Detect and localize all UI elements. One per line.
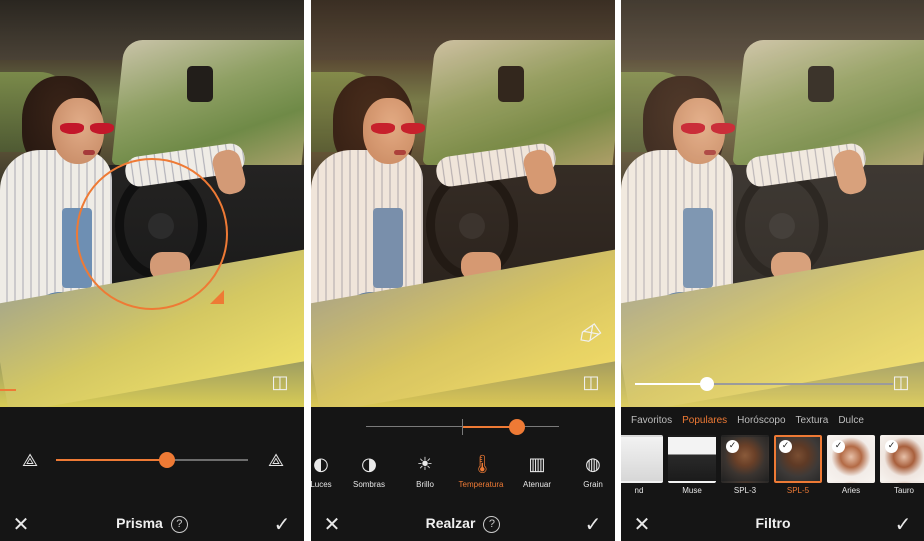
tool-label: Sombras	[352, 480, 385, 489]
tool-luces[interactable]: ◐ Luces	[311, 455, 341, 495]
photo-canvas[interactable]: ◫	[621, 0, 924, 407]
tab-dulce[interactable]: Dulce	[838, 415, 864, 431]
check-icon: ✓	[832, 440, 845, 453]
check-icon: ✓	[726, 440, 739, 453]
filter-preview: ✓	[880, 435, 924, 483]
bottom-bar: ✕ Filtro ✓	[621, 507, 924, 541]
prism-controls: ⟁ ⟁	[0, 407, 304, 507]
slider-knob[interactable]	[508, 419, 525, 435]
check-icon[interactable]: ✓	[270, 513, 294, 535]
filter-label: Muse	[682, 486, 702, 495]
photo-tint	[311, 0, 615, 407]
filter-thumb-aries[interactable]: ✓ Aries	[827, 435, 875, 503]
tab-populares[interactable]: Populares	[682, 415, 727, 431]
tool-label: Grain	[583, 480, 603, 489]
prism-low-icon: ⟁	[21, 450, 39, 471]
prism-resize-handle[interactable]	[210, 290, 224, 304]
tool-label: Luces	[311, 480, 332, 489]
filter-preview	[621, 435, 663, 483]
filter-category-tabs: Favoritos Populares Horóscopo Textura Dulce	[621, 415, 924, 431]
filter-strength-slider[interactable]	[635, 377, 893, 391]
photo-canvas[interactable]: ◫	[0, 0, 304, 407]
page-title: Prisma?	[0, 515, 304, 533]
filter-thumb-muse[interactable]: Muse	[668, 435, 716, 503]
check-icon: ✓	[779, 440, 792, 453]
thermometer-icon: 🌡	[471, 454, 494, 475]
photo-tint	[621, 0, 924, 407]
filter-thumbnails: ndMuse✓SPL-3✓SPL-5✓Aries✓Tauro✓G	[621, 435, 924, 503]
filter-label: SPL-3	[733, 486, 757, 495]
tool-atenuar[interactable]: ▥ Atenuar	[509, 455, 565, 495]
filter-thumb-tauro[interactable]: ✓ Tauro	[880, 435, 924, 503]
filter-label: SPL-5	[786, 486, 810, 495]
bottom-bar: ✕ Prisma? ✓	[0, 507, 304, 541]
fade-icon: ▥	[528, 454, 546, 475]
prism-intensity-slider[interactable]	[56, 452, 248, 468]
shadows-icon: ◑	[361, 454, 377, 475]
filter-thumb-spl-5[interactable]: ✓ SPL-5	[774, 435, 822, 503]
bottom-bar: ✕ Realzar? ✓	[311, 507, 615, 541]
filtro-controls: Favoritos Populares Horóscopo Textura Dulce …	[621, 407, 924, 507]
realzar-controls: ◐ Luces ◑ Sombras ☀ Brillo 🌡 Temperatura ▥ Atenua…	[311, 407, 615, 507]
tab-favoritos[interactable]: Favoritos	[631, 415, 672, 431]
tab-textura[interactable]: Textura	[796, 415, 829, 431]
slider-fill	[635, 383, 708, 385]
tool-grain[interactable]: ◍ Grain	[565, 455, 615, 495]
filter-thumb-spl-3[interactable]: ✓ SPL-3	[721, 435, 769, 503]
filter-thumb-nd[interactable]: nd	[621, 435, 663, 503]
help-icon[interactable]: ?	[170, 516, 188, 533]
slider-knob[interactable]	[159, 452, 176, 468]
check-icon: ✓	[885, 440, 898, 453]
filter-label: Tauro	[893, 486, 914, 495]
tool-label: Temperatura	[458, 480, 504, 489]
tool-brillo[interactable]: ☀ Brillo	[397, 455, 453, 495]
page-title: Filtro	[755, 515, 791, 531]
progress-marker	[0, 389, 16, 391]
lights-icon: ◐	[313, 454, 329, 475]
prisma-panel: ◫ ⟁ ⟁ ✕ Prisma? ✓	[0, 0, 304, 541]
help-icon[interactable]: ?	[483, 516, 501, 533]
filter-preview: ✓	[827, 435, 875, 483]
tab-horóscopo[interactable]: Horóscopo	[737, 415, 785, 431]
grain-icon: ◍	[585, 454, 601, 475]
slider-knob[interactable]	[700, 377, 715, 391]
check-icon[interactable]: ✓	[581, 513, 605, 535]
adjust-tools-row: ◐ Luces ◑ Sombras ☀ Brillo 🌡 Temperatura ▥ Atenua…	[311, 455, 615, 495]
page-title: Realzar?	[311, 515, 615, 533]
prism-high-icon: ⟁	[267, 450, 285, 471]
filter-preview: ✓	[774, 435, 822, 483]
filter-label: nd	[634, 486, 644, 495]
compare-icon[interactable]: ◫	[268, 372, 292, 394]
compare-icon[interactable]: ◫	[579, 372, 603, 394]
brightness-icon: ☀	[416, 454, 434, 475]
filter-label: Aries	[841, 486, 861, 495]
filter-preview	[668, 435, 716, 483]
prism-area-handle[interactable]	[76, 158, 228, 310]
compare-icon[interactable]: ◫	[889, 372, 913, 394]
check-icon[interactable]: ✓	[891, 513, 915, 535]
temperature-slider[interactable]	[366, 419, 559, 435]
slider-fill	[56, 459, 168, 461]
realzar-panel: ⌫ ◫ ◐ Luces ◑ Sombras ☀ Brillo 🌡 Temperatura ▥ At…	[311, 0, 615, 541]
tool-label: Brillo	[416, 480, 434, 489]
tool-temperatura[interactable]: 🌡 Temperatura	[453, 455, 509, 495]
photo-canvas[interactable]: ⌫ ◫	[311, 0, 615, 407]
tool-label: Atenuar	[522, 480, 552, 489]
filter-preview: ✓	[721, 435, 769, 483]
filtro-panel: ◫ Favoritos Populares Horóscopo Textura Dulc…	[621, 0, 924, 541]
tool-sombras[interactable]: ◑ Sombras	[341, 455, 397, 495]
